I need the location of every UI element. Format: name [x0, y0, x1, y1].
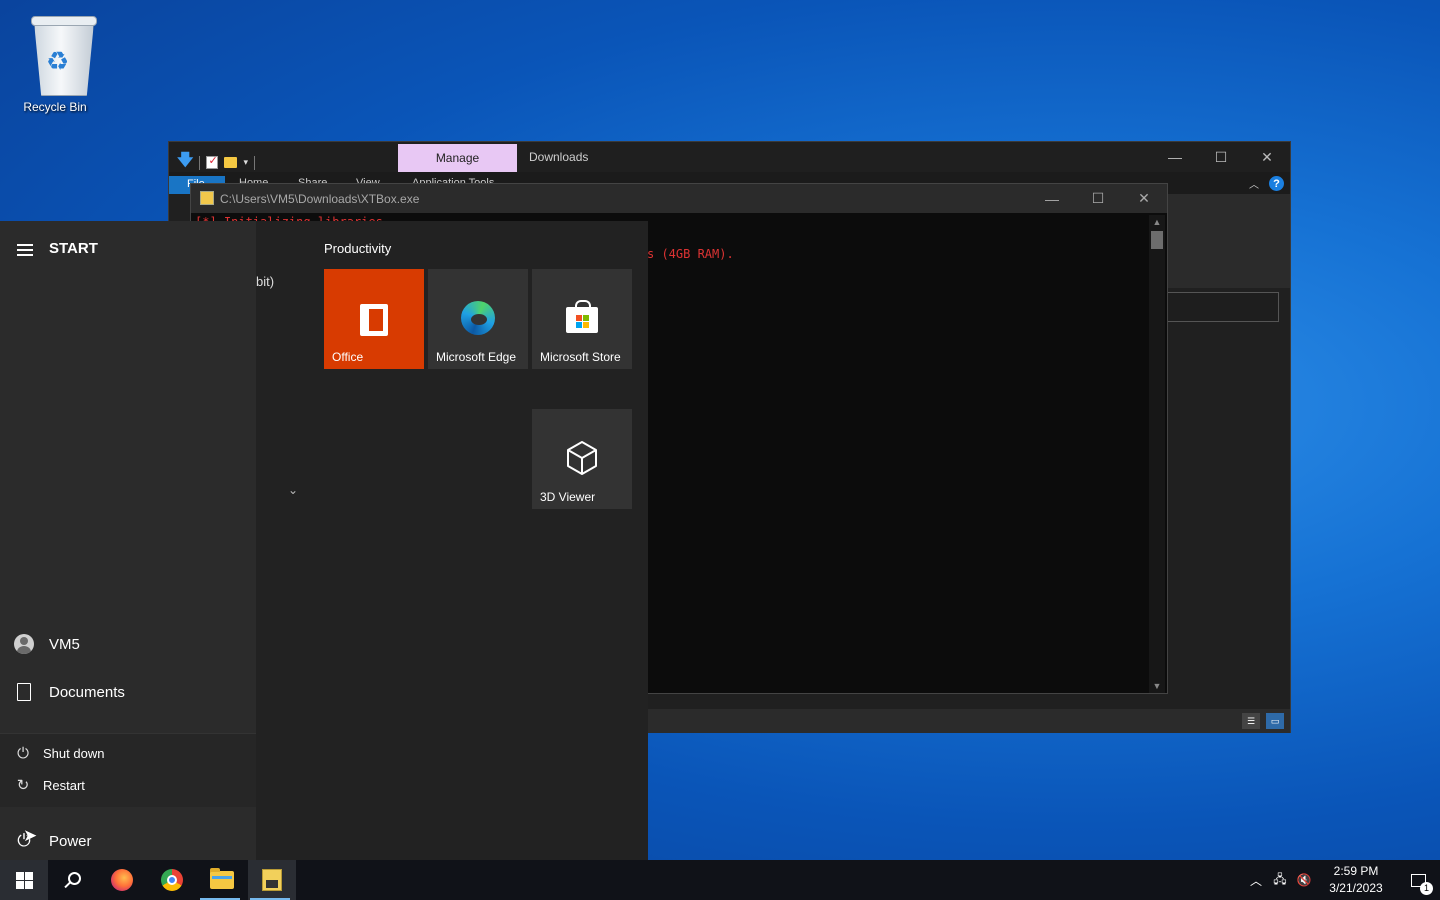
explorer-window-title: Downloads	[529, 150, 589, 164]
document-icon	[17, 683, 31, 701]
restart-label: Restart	[43, 777, 85, 793]
mouse-cursor-icon: ➤	[23, 826, 38, 845]
console-app-icon	[200, 191, 214, 205]
search-icon	[67, 871, 81, 885]
action-center-button[interactable]: 1	[1396, 873, 1440, 895]
help-icon[interactable]: ?	[1269, 176, 1284, 191]
chrome-icon	[161, 869, 183, 891]
taskbar-xtbox-console[interactable]	[248, 860, 296, 900]
clock-date: 3/21/2023	[1329, 881, 1383, 895]
taskbar-firefox[interactable]	[98, 860, 146, 900]
shutdown-label: Shut down	[43, 745, 105, 761]
new-folder-icon[interactable]	[224, 157, 238, 168]
scroll-up-icon[interactable]: ▲	[1149, 215, 1165, 229]
desktop-icon-recycle-bin[interactable]: ♻ Recycle Bin	[12, 8, 98, 114]
console-close-button[interactable]: ✕	[1121, 184, 1167, 213]
tile-label: 3D Viewer	[540, 490, 596, 504]
tile-microsoft-edge[interactable]: Microsoft Edge	[428, 269, 528, 369]
explorer-minimize-button[interactable]: —	[1152, 142, 1198, 172]
recycle-bin-label: Recycle Bin	[23, 100, 87, 114]
console-output-line: s (4GB RAM).	[647, 247, 734, 261]
firefox-icon	[111, 869, 133, 891]
tile-label: Office	[332, 350, 364, 364]
explorer-title-bar[interactable]: 🡇 ▾ Manage Downloads — ☐ ✕	[169, 142, 1290, 172]
shutdown-button[interactable]: ⏻ Shut down	[0, 738, 256, 768]
properties-icon[interactable]	[206, 154, 219, 169]
console-maximize-button[interactable]: ☐	[1075, 184, 1121, 213]
console-app-icon	[262, 869, 282, 891]
restart-icon: ↻	[16, 777, 30, 794]
volume-muted-icon[interactable]: 🔇	[1292, 873, 1316, 887]
large-icons-view-icon[interactable]: ▭	[1266, 713, 1284, 729]
taskbar: ︿ 🖧 🔇 2:59 PM 3/21/2023 1	[0, 860, 1440, 900]
edge-icon	[461, 301, 495, 335]
store-icon	[566, 300, 598, 333]
tile-label: Microsoft Edge	[436, 350, 517, 364]
explorer-status-bar: ☰ ▭	[647, 709, 1290, 733]
power-options-menu: ⏻ Shut down ↻ Restart	[0, 733, 256, 807]
restart-button[interactable]: ↻ Restart	[0, 770, 256, 800]
start-menu-title: START	[49, 240, 98, 257]
system-tray: ︿ 🖧 🔇 2:59 PM 3/21/2023 1	[1244, 860, 1440, 900]
explorer-close-button[interactable]: ✕	[1244, 142, 1290, 172]
scroll-thumb[interactable]	[1151, 231, 1163, 249]
avatar	[14, 634, 34, 654]
tile-3d-viewer[interactable]: 3D Viewer	[532, 409, 632, 509]
recycle-bin-icon: ♻	[26, 12, 97, 96]
taskbar-chrome[interactable]	[148, 860, 196, 900]
explorer-address-area	[1167, 194, 1290, 288]
collapse-ribbon-icon[interactable]: ︿	[1249, 176, 1259, 191]
start-menu-content: bit) ⌄ Productivity Office Microsoft Edg…	[256, 221, 648, 860]
console-title-bar[interactable]: C:\Users\VM5\Downloads\XTBox.exe — ☐ ✕	[191, 184, 1167, 213]
network-icon[interactable]: 🖧	[1268, 870, 1292, 891]
notification-badge: 1	[1420, 881, 1433, 895]
scroll-down-icon[interactable]: ▼	[1149, 679, 1165, 693]
power-icon: ⏻	[17, 744, 29, 762]
console-window-title: C:\Users\VM5\Downloads\XTBox.exe	[220, 192, 420, 206]
details-view-icon[interactable]: ☰	[1242, 713, 1260, 729]
user-name: VM5	[49, 635, 80, 653]
tile-group-title: Productivity	[324, 241, 392, 256]
tile-office[interactable]: Office	[324, 269, 424, 369]
documents-button[interactable]: Documents	[0, 672, 256, 712]
chevron-down-icon[interactable]: ⌄	[288, 483, 298, 497]
console-scrollbar[interactable]: ▲ ▼	[1149, 215, 1165, 693]
tab-manage[interactable]: Manage	[398, 144, 517, 172]
app-list-item[interactable]: bit)	[256, 274, 274, 289]
tile-microsoft-store[interactable]: Microsoft Store	[532, 269, 632, 369]
search-input[interactable]	[1167, 292, 1279, 322]
taskbar-file-explorer[interactable]	[198, 860, 246, 900]
documents-label: Documents	[49, 683, 125, 701]
customize-toolbar-icon[interactable]: ▾	[243, 157, 248, 168]
clock-time: 2:59 PM	[1333, 864, 1379, 878]
search-button[interactable]	[48, 860, 96, 900]
start-button[interactable]	[0, 860, 48, 900]
windows-logo-icon	[15, 871, 33, 889]
start-menu-rail: START VM5 Documents ⏻ Shut down ↻ Restar…	[0, 221, 256, 860]
user-account-button[interactable]: VM5	[0, 624, 256, 664]
folder-icon	[210, 868, 234, 889]
office-icon	[360, 304, 388, 336]
show-hidden-icons-icon[interactable]: ︿	[1244, 872, 1268, 889]
console-minimize-button[interactable]: —	[1029, 184, 1075, 213]
cube-icon	[567, 441, 597, 475]
tile-label: Microsoft Store	[540, 350, 621, 364]
power-label: Power	[49, 832, 92, 850]
explorer-maximize-button[interactable]: ☐	[1198, 142, 1244, 172]
clock[interactable]: 2:59 PM 3/21/2023	[1316, 863, 1396, 897]
hamburger-menu-icon[interactable]	[17, 244, 33, 259]
power-button[interactable]: ⏻ Power	[0, 821, 256, 861]
